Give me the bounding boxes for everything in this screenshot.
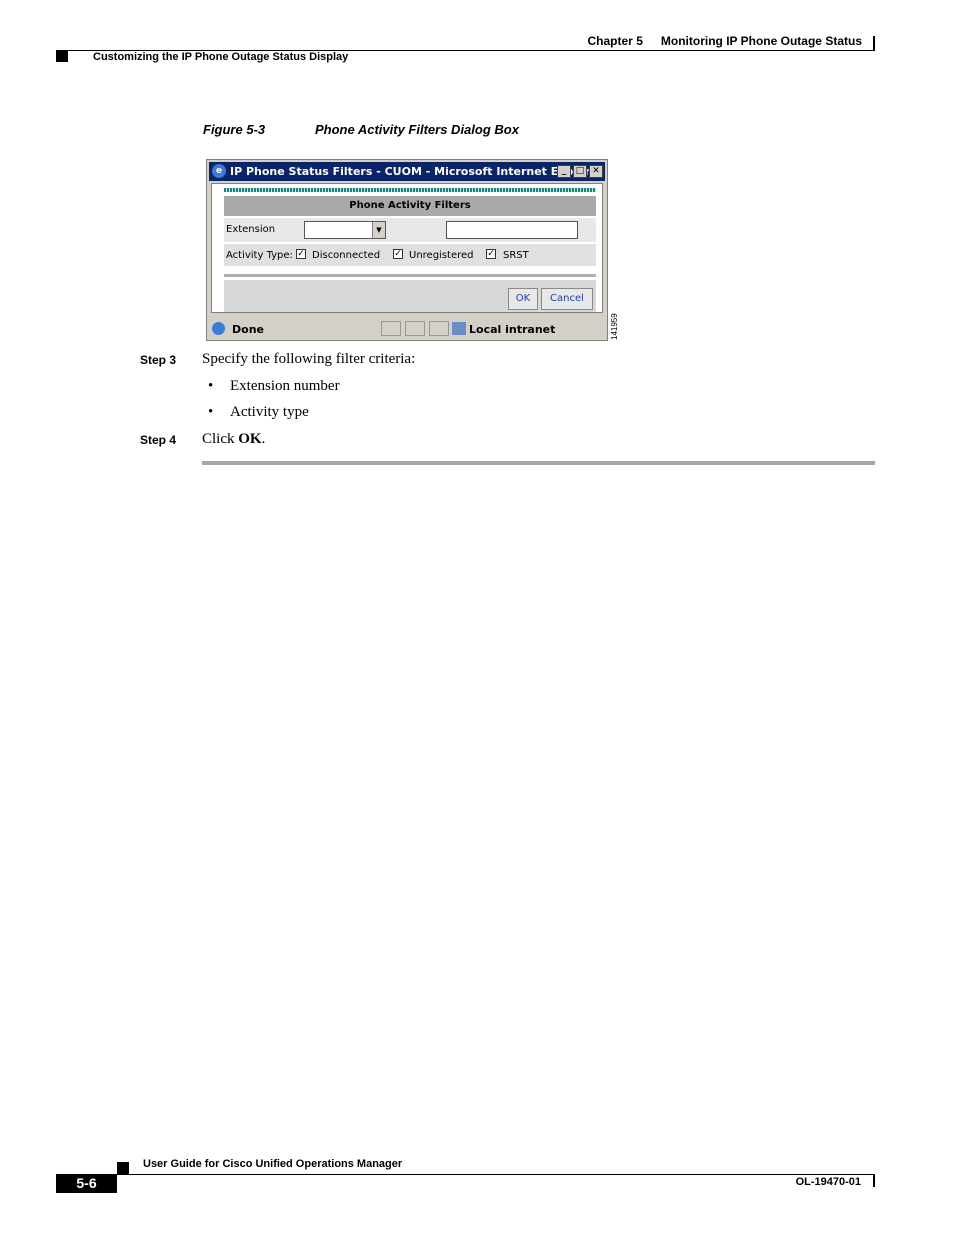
footer-tick bbox=[873, 1175, 875, 1187]
section-title: Customizing the IP Phone Outage Status D… bbox=[93, 51, 349, 63]
step-4-text: Click OK. bbox=[202, 431, 265, 448]
step-3-text: Specify the following filter criteria: bbox=[202, 351, 416, 367]
panel-title: Phone Activity Filters bbox=[224, 196, 596, 216]
unregistered-label: Unregistered bbox=[409, 250, 474, 261]
chevron-down-icon[interactable]: ▼ bbox=[372, 222, 385, 238]
disconnected-checkbox[interactable]: ✓ bbox=[296, 249, 306, 259]
step-4-label: Step 4 bbox=[140, 433, 177, 447]
status-done: Done bbox=[232, 323, 264, 336]
extension-row: Extension ▼ bbox=[224, 218, 596, 242]
dialog-content: Phone Activity Filters Extension ▼ Activ… bbox=[211, 183, 603, 313]
guide-title: User Guide for Cisco Unified Operations … bbox=[143, 1158, 403, 1170]
doc-number: OL-19470-01 bbox=[795, 1176, 861, 1188]
step-4-ok: OK bbox=[238, 431, 262, 447]
unregistered-checkbox[interactable]: ✓ bbox=[393, 249, 403, 259]
close-button[interactable]: ✕ bbox=[589, 165, 603, 178]
procedure-end-rule bbox=[202, 461, 875, 465]
status-cell bbox=[429, 321, 449, 336]
status-bar: Done Local intranet bbox=[209, 320, 605, 338]
internet-explorer-icon: e bbox=[212, 164, 226, 178]
extension-input[interactable] bbox=[446, 221, 578, 239]
step-4-prefix: Click bbox=[202, 431, 239, 447]
extension-label: Extension bbox=[226, 224, 276, 235]
activity-type-row: Activity Type: ✓ Disconnected ✓ Unregist… bbox=[224, 244, 596, 266]
maximize-button[interactable]: □ bbox=[573, 165, 587, 178]
bullet-item: Extension number bbox=[230, 378, 340, 394]
button-bar: OK Cancel bbox=[224, 280, 596, 312]
chapter-number: Chapter 5 bbox=[587, 34, 643, 48]
footer-rule bbox=[117, 1174, 875, 1175]
status-cell bbox=[405, 321, 425, 336]
phone-activity-filters-dialog: e IP Phone Status Filters - CUOM - Micro… bbox=[206, 159, 608, 341]
ok-button[interactable]: OK bbox=[508, 288, 538, 310]
page-number: 5-6 bbox=[56, 1174, 117, 1193]
window-titlebar: e IP Phone Status Filters - CUOM - Micro… bbox=[209, 162, 605, 181]
figure-caption: Figure 5-3 Phone Activity Filters Dialog… bbox=[203, 122, 519, 137]
disconnected-label: Disconnected bbox=[312, 250, 381, 261]
bullet-icon: • bbox=[208, 404, 214, 420]
srst-checkbox[interactable]: ✓ bbox=[486, 249, 496, 259]
header-tick bbox=[873, 36, 875, 50]
minimize-button[interactable]: _ bbox=[557, 165, 571, 178]
decorative-stripe bbox=[224, 188, 596, 192]
bullet-item: Activity type bbox=[230, 404, 309, 420]
footer-square bbox=[117, 1162, 129, 1174]
header-square bbox=[56, 50, 68, 62]
srst-label: SRST bbox=[503, 250, 529, 261]
panel-separator bbox=[224, 274, 596, 277]
running-header: Chapter 5 Monitoring IP Phone Outage Stat… bbox=[588, 34, 862, 48]
step-4-suffix: . bbox=[261, 431, 266, 447]
cancel-button[interactable]: Cancel bbox=[541, 288, 593, 310]
intranet-zone-icon bbox=[452, 322, 466, 335]
step-3-label: Step 3 bbox=[140, 353, 177, 367]
figure-id: 141959 bbox=[610, 313, 619, 340]
page-done-icon bbox=[212, 322, 225, 335]
bullet-icon: • bbox=[208, 378, 214, 394]
figure-title: Phone Activity Filters Dialog Box bbox=[315, 122, 519, 137]
window-title: IP Phone Status Filters - CUOM - Microso… bbox=[230, 165, 601, 178]
activity-type-label: Activity Type: bbox=[226, 250, 293, 261]
status-zone: Local intranet bbox=[469, 323, 556, 336]
extension-operator-select[interactable]: ▼ bbox=[304, 221, 386, 239]
figure-number: Figure 5-3 bbox=[203, 122, 266, 137]
chapter-title: Monitoring IP Phone Outage Status bbox=[660, 34, 862, 48]
status-cell bbox=[381, 321, 401, 336]
